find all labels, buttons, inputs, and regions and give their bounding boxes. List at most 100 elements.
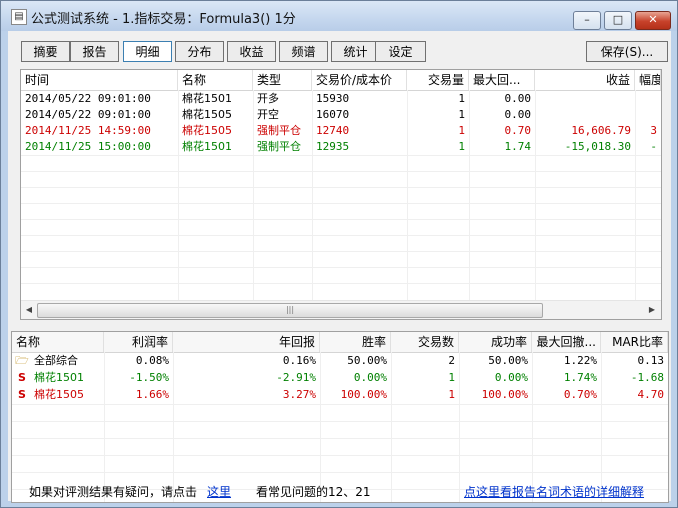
- summary-col-annual[interactable]: 年回报: [173, 332, 320, 352]
- detail-col-name[interactable]: 名称: [178, 70, 253, 90]
- summary-cell-mar: -1.68: [630, 371, 664, 384]
- horizontal-scrollbar[interactable]: ◀ ||| ▶: [21, 300, 661, 319]
- detail-cell-type: 强制平仓: [257, 124, 301, 137]
- detail-cell-type: 强制平仓: [257, 140, 301, 153]
- grid-line: [21, 283, 661, 284]
- detail-table: 时间 名称 类型 交易价/成本价 交易量 最大回... 收益 幅度 2014/0…: [20, 69, 662, 320]
- tab-statistics[interactable]: 统计: [331, 41, 380, 62]
- summary-col-win[interactable]: 胜率: [320, 332, 391, 352]
- glossary-link[interactable]: 点这里看报告名词术语的详细解释: [464, 483, 644, 500]
- summary-cell-maxdd: 1.22%: [563, 354, 597, 367]
- summary-cell-annual: 0.16%: [282, 354, 316, 367]
- summary-col-mar[interactable]: MAR比率: [601, 332, 668, 352]
- summary-row[interactable]: 🗁 全部综合 0.08% 0.16% 50.00% 2 50.00% 1.22% 0.13: [12, 353, 668, 370]
- summary-cell-success: 50.00%: [488, 354, 528, 367]
- table-row[interactable]: 2014/05/22 09:01:00 棉花1501 开多 15930 1 0.00: [21, 91, 661, 107]
- tab-distribution[interactable]: 分布: [175, 41, 224, 62]
- detail-cell-pct: -: [650, 140, 657, 153]
- detail-cell-name: 棉花1501: [182, 140, 232, 153]
- detail-cell-time: 2014/05/22 09:01:00: [25, 92, 151, 105]
- detail-col-pct[interactable]: 幅度: [635, 70, 661, 90]
- grid-line: [21, 219, 661, 220]
- scroll-left-arrow-icon[interactable]: ◀: [22, 302, 36, 317]
- detail-cell-time: 2014/11/25 14:59:00: [25, 124, 151, 137]
- summary-col-profit-rate[interactable]: 利润率: [104, 332, 173, 352]
- s-icon: S: [18, 371, 26, 384]
- detail-cell-maxdd: 0.00: [504, 108, 532, 121]
- table-row[interactable]: 2014/11/25 14:59:00 棉花1505 强制平仓 12740 1 0.70 1…: [21, 123, 661, 139]
- detail-col-maxdd[interactable]: 最大回...: [469, 70, 535, 90]
- detail-cell-type: 开空: [257, 108, 279, 121]
- detail-col-price[interactable]: 交易价/成本价: [312, 70, 407, 90]
- grid-line: [12, 472, 668, 473]
- detail-cell-pct: 3: [650, 124, 657, 137]
- summary-row[interactable]: S 棉花1505 1.66% 3.27% 100.00% 1 100.00% 0.70% 4.7…: [12, 387, 668, 404]
- table-row[interactable]: 2014/11/25 15:00:00 棉花1501 强制平仓 12935 1 1.74 -…: [21, 139, 661, 155]
- summary-cell-trades: 2: [448, 354, 455, 367]
- client-area: 摘要 报告 明细 分布 收益 频谱 统计 设定 保存(S)... 时间 名称 类…: [8, 31, 671, 503]
- here-link[interactable]: 这里: [207, 483, 231, 500]
- tab-settings[interactable]: 设定: [375, 41, 426, 62]
- detail-col-profit[interactable]: 收益: [535, 70, 635, 90]
- detail-table-header: 时间 名称 类型 交易价/成本价 交易量 最大回... 收益 幅度: [21, 70, 661, 91]
- summary-cell-trades: 1: [448, 388, 455, 401]
- grid-line: [21, 171, 661, 172]
- summary-cell-profit-rate: 0.08%: [135, 354, 169, 367]
- tab-report[interactable]: 报告: [70, 41, 119, 62]
- grid-line: [21, 203, 661, 204]
- summary-cell-profit-rate: 1.66%: [135, 388, 169, 401]
- maximize-button[interactable]: □: [604, 11, 632, 30]
- summary-col-success[interactable]: 成功率: [459, 332, 532, 352]
- detail-cell-price: 15930: [316, 92, 350, 105]
- title-bar[interactable]: ▤ 公式测试系统 - 1.指标交易：Formula3() 1分 – □ ✕: [1, 1, 677, 31]
- detail-cell-pct: [635, 91, 661, 107]
- detail-cell-profit: 16,606.79: [571, 124, 631, 137]
- window-title: 公式测试系统 - 1.指标交易：Formula3() 1分: [31, 12, 296, 27]
- detail-cell-price: 12740: [316, 124, 350, 137]
- summary-col-maxdd[interactable]: 最大回撤...: [532, 332, 601, 352]
- close-button[interactable]: ✕: [635, 11, 671, 30]
- summary-cell-mar: 0.13: [637, 354, 665, 367]
- detail-cell-type: 开多: [257, 92, 279, 105]
- detail-cell-qty: 1: [458, 124, 465, 137]
- detail-cell-profit: [535, 107, 635, 123]
- s-icon: S: [18, 388, 26, 401]
- detail-col-time[interactable]: 时间: [21, 70, 178, 90]
- detail-col-qty[interactable]: 交易量: [407, 70, 469, 90]
- table-row[interactable]: 2014/05/22 09:01:00 棉花1505 开空 16070 1 0.00: [21, 107, 661, 123]
- save-button[interactable]: 保存(S)...: [586, 41, 668, 62]
- summary-col-trades[interactable]: 交易数: [391, 332, 459, 352]
- detail-col-type[interactable]: 类型: [253, 70, 312, 90]
- summary-col-name[interactable]: 名称: [12, 332, 104, 352]
- detail-cell-profit: [535, 91, 635, 107]
- grid-line: [21, 155, 661, 156]
- minimize-button[interactable]: –: [573, 11, 601, 30]
- app-window: ▤ 公式测试系统 - 1.指标交易：Formula3() 1分 – □ ✕ 摘要…: [0, 0, 678, 508]
- grid-line: [12, 455, 668, 456]
- scroll-right-arrow-icon[interactable]: ▶: [645, 302, 659, 317]
- grid-line: [12, 421, 668, 422]
- detail-cell-maxdd: 0.70: [504, 124, 532, 137]
- tab-detail[interactable]: 明细: [123, 41, 172, 62]
- scroll-thumb[interactable]: |||: [37, 303, 543, 318]
- summary-cell-win: 100.00%: [340, 388, 387, 401]
- grid-line: [12, 438, 668, 439]
- detail-cell-maxdd: 1.74: [504, 140, 532, 153]
- detail-cell-pct: [635, 107, 661, 123]
- detail-cell-price: 12935: [316, 140, 350, 153]
- faq-text: 看常见问题的12、21: [256, 485, 371, 499]
- footer-question-text: 如果对评测结果有疑问，请点击: [29, 485, 198, 499]
- detail-cell-qty: 1: [458, 140, 465, 153]
- tab-spectrum[interactable]: 频谱: [279, 41, 328, 62]
- summary-cell-win: 0.00%: [353, 371, 387, 384]
- tab-income[interactable]: 收益: [227, 41, 276, 62]
- detail-cell-name: 棉花1505: [182, 124, 232, 137]
- tab-summary[interactable]: 摘要: [21, 41, 70, 62]
- grid-line: [12, 404, 668, 405]
- detail-cell-qty: 1: [458, 108, 465, 121]
- summary-row[interactable]: S 棉花1501 -1.50% -2.91% 0.00% 1 0.00% 1.74% -1.68: [12, 370, 668, 387]
- summary-table: 名称 利润率 年回报 胜率 交易数 成功率 最大回撤... MAR比率 🗁 全部综…: [11, 331, 669, 503]
- detail-cell-maxdd: 0.00: [504, 92, 532, 105]
- detail-cell-qty: 1: [458, 92, 465, 105]
- summary-cell-trades: 1: [448, 371, 455, 384]
